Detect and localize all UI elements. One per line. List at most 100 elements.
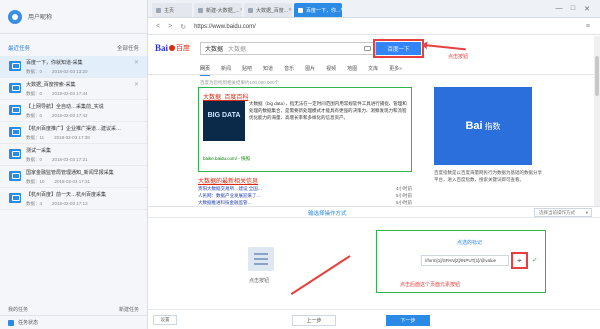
task-item[interactable]: 【杭州百度】前一天…杭州百度采集 数据：4 2018-02-03 17:13 bbox=[0, 188, 147, 210]
baidu-index-panel: Bai 指数 百度指数是以百度海量网民行为数据为基础的数据分享平台，进入百度指数… bbox=[434, 87, 594, 205]
target-icon[interactable]: ⌖ bbox=[511, 252, 528, 269]
browser-tab-bar: 主页新建-大数据_...✕大数据_百度...✕百度一下，你...✕ — □ ✕ bbox=[148, 0, 600, 18]
next-step-button[interactable]: 下一步 bbox=[386, 315, 430, 326]
news-row: 大数据推进科技金融监管… 5小时前 bbox=[198, 199, 412, 206]
xpath-title: 点选的标记 bbox=[457, 240, 483, 246]
tab-label: 主页 bbox=[164, 7, 175, 14]
search-input[interactable]: 大数据 大数据 bbox=[200, 42, 376, 55]
refresh-icon[interactable]: ↻ bbox=[180, 23, 186, 31]
task-item[interactable]: 【上网导航】全自动…采集前_实说 数据：0 2018-02-03 17:42 bbox=[0, 100, 147, 122]
operation-select[interactable]: 选择当前操作方式 bbox=[534, 208, 592, 217]
task-icon bbox=[9, 171, 21, 181]
task-date: 2018-02-03 17:44 bbox=[52, 91, 88, 96]
forward-icon[interactable]: > bbox=[168, 23, 172, 30]
task-count: 数据：0 bbox=[26, 69, 43, 74]
task-status-label[interactable]: 任务状态 bbox=[18, 319, 38, 326]
browser-tab[interactable]: 大数据_百度... ✕ bbox=[244, 3, 292, 17]
task-date: 2018-02-03 13:20 bbox=[52, 69, 88, 74]
close-tab-icon[interactable]: ✕ bbox=[288, 7, 292, 13]
task-list: 百度一下，你就知道-采集 数据：0 2018-02-03 13:20 ✕ 大数据_百度搜… bbox=[0, 56, 147, 210]
browser-tab[interactable]: 主页 bbox=[152, 3, 192, 17]
task-count: 数据：0 bbox=[26, 157, 43, 162]
news-time: 4小时前 bbox=[395, 186, 412, 191]
task-date: 2018-02-03 17:21 bbox=[52, 157, 88, 162]
close-window-button[interactable]: ✕ bbox=[580, 5, 594, 13]
user-profile[interactable]: 用户昵称 bbox=[0, 0, 147, 34]
click-button-icon[interactable] bbox=[248, 247, 274, 271]
task-name: 百度一下，你就知道-采集 bbox=[26, 60, 83, 66]
maximize-button[interactable]: □ bbox=[566, 5, 580, 13]
task-count: 数据：11 bbox=[26, 135, 45, 140]
task-item[interactable]: 【杭州百度推广】企业推广渠道…建议采… 数据：11 2018-02-03 17:38 bbox=[0, 122, 147, 144]
task-icon bbox=[9, 127, 21, 137]
xpath-input[interactable]: //form[1]/SPAN[2]/INPUT[1]/@value bbox=[421, 255, 509, 266]
page-scrollbar[interactable] bbox=[594, 36, 600, 206]
close-tab-icon[interactable]: ✕ bbox=[240, 7, 242, 13]
camera-icon[interactable] bbox=[364, 46, 371, 51]
url-field[interactable]: https://www.baidu.com/ bbox=[194, 24, 256, 30]
menu-icon[interactable]: ≡ bbox=[586, 23, 590, 30]
status-icon bbox=[8, 319, 14, 326]
new-task-link[interactable]: 新建任务 bbox=[119, 306, 139, 313]
task-item[interactable]: 大数据_百度搜索-采集 数据：0 2018-02-03 17:44 ✕ bbox=[0, 78, 147, 100]
tab-label: 百度一下，你... bbox=[306, 7, 341, 14]
news-title[interactable]: 大数据的最新相关信息 bbox=[198, 176, 412, 185]
news-row: 人民网：数据产业发展迎来了… 5小时前 bbox=[198, 192, 412, 199]
check-icon[interactable]: ✓ bbox=[532, 256, 538, 264]
result-body: 大数据（big data），指无法在一定时间范围内用常规软件工具进行捕捉、管理和… bbox=[249, 101, 407, 120]
task-name: 【上网导航】全自动…采集前_实说 bbox=[26, 104, 104, 110]
task-item[interactable]: 百度一下，你就知道-采集 数据：0 2018-02-03 13:20 ✕ bbox=[0, 56, 147, 78]
task-item[interactable]: 国家金融监管局管理通知_新闻早报采集 数据：10 2018-02-03 17:31 bbox=[0, 166, 147, 188]
close-icon[interactable]: ✕ bbox=[134, 59, 139, 66]
task-item[interactable]: 测试一采集 数据：0 2018-02-03 17:21 bbox=[0, 144, 147, 166]
page-icon bbox=[156, 7, 161, 13]
task-date: 2018-02-03 17:38 bbox=[54, 135, 90, 140]
result-news: 大数据的最新相关信息 贵阳大数据交易所…建设 全国… 4小时前 人民网：数据产业发展… bbox=[198, 176, 412, 206]
baidu-logo[interactable]: Bai 百度 bbox=[155, 43, 190, 53]
operation-title: 输选择操作方式 bbox=[308, 211, 347, 217]
bigdata-image[interactable]: BIG DATA bbox=[203, 101, 245, 141]
search-button[interactable]: 百度一下 bbox=[373, 39, 424, 58]
browser-tab[interactable]: 百度一下，你...✕ bbox=[294, 3, 342, 17]
news-link[interactable]: 大数据推进科技金融监管… bbox=[198, 199, 252, 206]
prev-step-button[interactable]: 上一步 bbox=[292, 315, 336, 326]
task-count: 数据：0 bbox=[26, 91, 43, 96]
divider bbox=[148, 74, 600, 75]
paw-icon bbox=[169, 45, 176, 51]
task-sidebar: 用户昵称 最近任务 全部任务 百度一下，你就知道-采集 数据：0 2018-02-0… bbox=[0, 0, 148, 329]
scroll-thumb[interactable] bbox=[595, 56, 599, 96]
page-icon bbox=[248, 7, 253, 13]
back-icon[interactable]: < bbox=[156, 23, 160, 30]
annotation-click-button: 点击按钮 bbox=[448, 54, 469, 60]
news-time: 5小时前 bbox=[395, 200, 412, 205]
operation-panel: 输选择操作方式 选择当前操作方式 点击按钮 点选的标记 //form[1]/SP… bbox=[148, 206, 600, 329]
browser-tab[interactable]: 新建-大数据_... ✕ bbox=[194, 3, 242, 17]
sidebar-footer: 我的任务 新建任务 任务状态 bbox=[0, 303, 147, 329]
avatar bbox=[8, 9, 22, 24]
all-tasks-link[interactable]: 全部任务 bbox=[117, 44, 139, 52]
baidu-index-image[interactable]: Bai 指数 bbox=[434, 87, 532, 165]
task-name: 国家金融监管局管理通知_新闻早报采集 bbox=[26, 170, 114, 176]
minimize-button[interactable]: — bbox=[552, 5, 566, 13]
result-count: 百度为您找到相关结果约100,000,000个 bbox=[200, 80, 280, 85]
task-date: 2018-02-03 17:42 bbox=[52, 113, 88, 118]
close-icon[interactable]: ✕ bbox=[134, 81, 139, 88]
news-row: 贵阳大数据交易所…建设 全国… 4小时前 bbox=[198, 185, 412, 192]
annotation-element: 点击后面这个页面元素按钮 bbox=[400, 282, 461, 288]
news-link[interactable]: 贵阳大数据交易所…建设 全国… bbox=[198, 185, 262, 192]
tasks-header: 最近任务 全部任务 bbox=[0, 34, 147, 56]
result-url[interactable]: baike.baidu.com/ - 快照 bbox=[203, 156, 250, 162]
page-icon bbox=[298, 7, 303, 13]
search-query: 大数据 bbox=[205, 47, 224, 53]
annotation-arrow-2 bbox=[290, 255, 351, 295]
click-button-label: 点击按钮 bbox=[249, 278, 270, 284]
news-link[interactable]: 人民网：数据产业发展迎来了… bbox=[198, 192, 261, 199]
recent-tasks-label: 最近任务 bbox=[8, 46, 31, 52]
task-date: 2018-02-03 17:13 bbox=[52, 201, 88, 206]
settings-button[interactable]: 设置 bbox=[153, 315, 177, 325]
close-tab-icon[interactable]: ✕ bbox=[340, 7, 342, 13]
task-count: 数据：0 bbox=[26, 113, 43, 118]
baidu-index-desc: 百度指数是以百度海量网民行为数据为基础的数据分享平台，进入百度指数，搜索关键词即… bbox=[434, 170, 542, 182]
my-tasks-link[interactable]: 我的任务 bbox=[8, 306, 28, 313]
operation-footer: 设置 上一步 下一步 bbox=[148, 309, 600, 329]
